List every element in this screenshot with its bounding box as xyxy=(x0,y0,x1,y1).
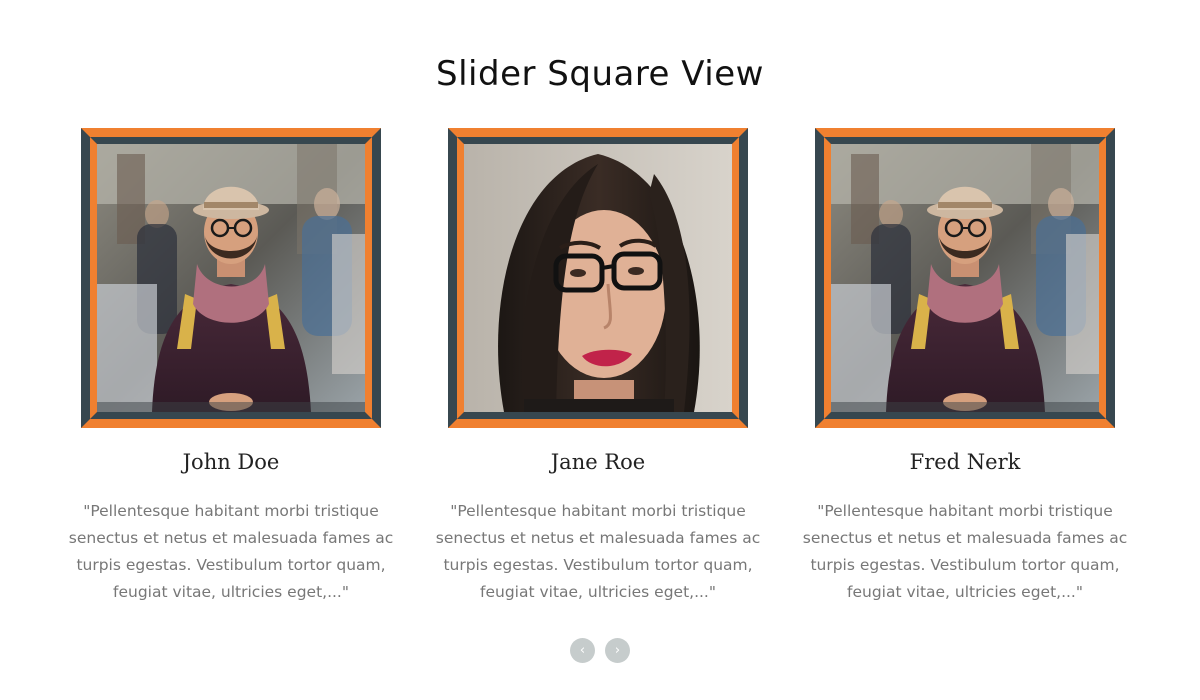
person-quote: "Pellentesque habitant morbi tristique s… xyxy=(802,502,1128,601)
profile-photo-jane-roe xyxy=(464,144,732,412)
profile-photo-fred-nerk xyxy=(831,144,1099,412)
photo-frame xyxy=(815,128,1115,428)
slider-navigation: ‹ › xyxy=(0,638,1200,663)
profile-photo-john-doe xyxy=(97,144,365,412)
person-name: John Doe xyxy=(182,450,280,474)
prev-slide-button[interactable]: ‹ xyxy=(570,638,595,663)
person-name: Jane Roe xyxy=(550,450,646,474)
slider-card-jane-roe: Jane Roe "Pellentesque habitant morbi tr… xyxy=(428,128,768,608)
page-title: Slider Square View xyxy=(436,54,764,94)
page: Slider Square View John Doe "Pellentesqu… xyxy=(0,0,1200,700)
photo-frame xyxy=(448,128,748,428)
slider-card-fred-nerk: Fred Nerk "Pellentesque habitant morbi t… xyxy=(795,128,1135,608)
photo-frame xyxy=(81,128,381,428)
chevron-left-icon: ‹ xyxy=(579,643,586,658)
slider-card-john-doe: John Doe "Pellentesque habitant morbi tr… xyxy=(61,128,401,608)
person-name: Fred Nerk xyxy=(909,450,1021,474)
person-quote: "Pellentesque habitant morbi tristique s… xyxy=(435,502,761,601)
person-quote: "Pellentesque habitant morbi tristique s… xyxy=(68,502,394,601)
next-slide-button[interactable]: › xyxy=(605,638,630,663)
chevron-right-icon: › xyxy=(614,643,621,658)
